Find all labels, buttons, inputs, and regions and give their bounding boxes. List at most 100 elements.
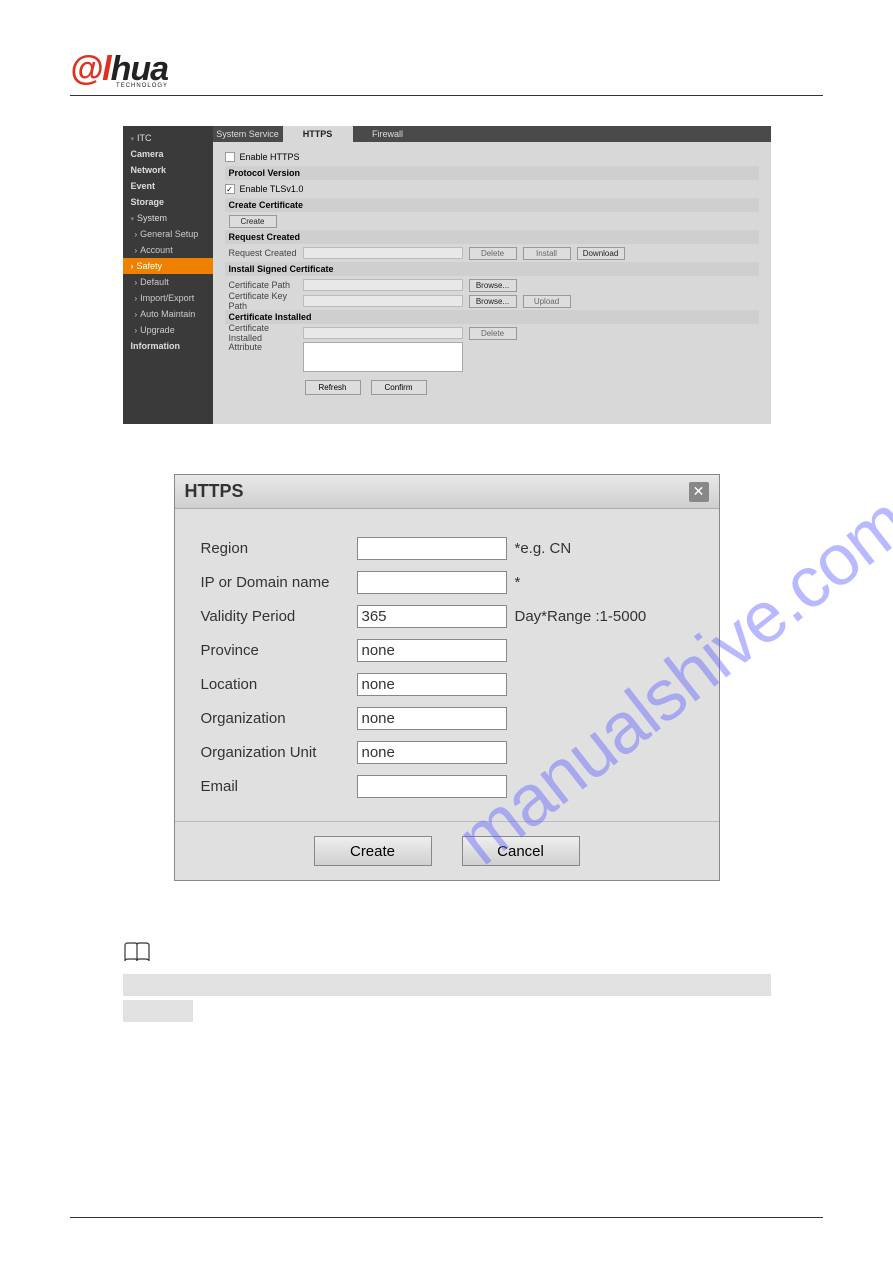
browse-cert-button[interactable]: Browse... <box>469 279 517 292</box>
browse-key-button[interactable]: Browse... <box>469 295 517 308</box>
enable-tls-checkbox[interactable]: ✓ <box>225 184 235 194</box>
download-request-button[interactable]: Download <box>577 247 625 260</box>
note-section <box>123 941 771 1022</box>
validity-hint: Day*Range :1-5000 <box>515 608 647 625</box>
cert-installed-field <box>303 327 463 339</box>
dialog-create-button[interactable]: Create <box>314 836 432 866</box>
tab-label: HTTPS <box>303 129 333 139</box>
sidebar-label: Information <box>131 341 181 351</box>
divider-bottom <box>70 1217 823 1218</box>
request-created-label: Request Created <box>225 248 303 258</box>
tab-label: System Service <box>216 129 279 139</box>
region-input[interactable] <box>357 537 507 560</box>
sidebar-item-system[interactable]: System <box>123 210 213 226</box>
province-label: Province <box>201 642 357 659</box>
dialog-header: HTTPS ✕ <box>175 475 719 509</box>
dialog-cancel-button[interactable]: Cancel <box>462 836 580 866</box>
sidebar-label: System <box>137 213 167 223</box>
email-input[interactable] <box>357 775 507 798</box>
tab-label: Firewall <box>372 129 403 139</box>
sidebar-item-default[interactable]: Default <box>123 274 213 290</box>
settings-window: ITC Camera Network Event Storage System … <box>123 126 771 424</box>
sidebar-item-camera[interactable]: Camera <box>123 146 213 162</box>
sidebar-item-information[interactable]: Information <box>123 338 213 354</box>
region-hint: *e.g. CN <box>515 540 572 557</box>
cert-path-label: Certificate Path <box>225 280 303 290</box>
ip-domain-label: IP or Domain name <box>201 574 357 591</box>
enable-https-label: Enable HTTPS <box>240 152 300 162</box>
cert-key-path-field[interactable] <box>303 295 463 307</box>
redacted-text-block-short <box>123 1000 193 1022</box>
section-protocol-version: Protocol Version <box>225 166 759 180</box>
sidebar-item-auto-maintain[interactable]: Auto Maintain <box>123 306 213 322</box>
cert-key-path-label: Certificate Key Path <box>225 291 303 311</box>
enable-https-checkbox[interactable] <box>225 152 235 162</box>
close-icon[interactable]: ✕ <box>689 482 709 502</box>
confirm-button[interactable]: Confirm <box>371 380 427 395</box>
attribute-label: Attribute <box>225 342 303 352</box>
section-install-signed: Install Signed Certificate <box>225 262 759 276</box>
sidebar-item-import-export[interactable]: Import/Export <box>123 290 213 306</box>
location-input[interactable] <box>357 673 507 696</box>
organization-input[interactable] <box>357 707 507 730</box>
https-dialog: HTTPS ✕ Region *e.g. CN IP or Domain nam… <box>174 474 720 881</box>
org-unit-label: Organization Unit <box>201 744 357 761</box>
ip-domain-hint: * <box>515 574 521 591</box>
region-label: Region <box>201 540 357 557</box>
request-created-field <box>303 247 463 259</box>
sidebar-label: Default <box>140 277 169 287</box>
ip-domain-input[interactable] <box>357 571 507 594</box>
dialog-title: HTTPS <box>185 481 244 502</box>
enable-tls-label: Enable TLSv1.0 <box>240 184 304 194</box>
sidebar-label: Account <box>140 245 173 255</box>
sidebar-label: Safety <box>137 261 163 271</box>
sidebar-item-storage[interactable]: Storage <box>123 194 213 210</box>
sidebar-item-network[interactable]: Network <box>123 162 213 178</box>
section-request-created: Request Created <box>225 230 759 244</box>
brand-logo: @lhua TECHNOLOGY <box>70 50 168 89</box>
sidebar-item-itc[interactable]: ITC <box>123 130 213 146</box>
attribute-textarea[interactable] <box>303 342 463 372</box>
sidebar-label: Import/Export <box>140 293 194 303</box>
sidebar-item-account[interactable]: Account <box>123 242 213 258</box>
sidebar: ITC Camera Network Event Storage System … <box>123 126 213 424</box>
dialog-footer: Create Cancel <box>175 821 719 880</box>
delete-cert-button[interactable]: Delete <box>469 327 517 340</box>
note-book-icon <box>123 941 151 970</box>
refresh-button[interactable]: Refresh <box>305 380 361 395</box>
sidebar-item-upgrade[interactable]: Upgrade <box>123 322 213 338</box>
tab-https[interactable]: HTTPS <box>283 126 353 142</box>
tab-firewall[interactable]: Firewall <box>353 126 423 142</box>
sidebar-label: Camera <box>131 149 164 159</box>
sidebar-label: Auto Maintain <box>140 309 195 319</box>
province-input[interactable] <box>357 639 507 662</box>
section-cert-installed: Certificate Installed <box>225 310 759 324</box>
redacted-text-block <box>123 974 771 996</box>
create-button[interactable]: Create <box>229 215 277 228</box>
tab-system-service[interactable]: System Service <box>213 126 283 142</box>
org-unit-input[interactable] <box>357 741 507 764</box>
delete-request-button[interactable]: Delete <box>469 247 517 260</box>
sidebar-label: ITC <box>137 133 152 143</box>
sidebar-label: General Setup <box>140 229 198 239</box>
organization-label: Organization <box>201 710 357 727</box>
https-panel: Enable HTTPS Protocol Version ✓ Enable T… <box>213 142 771 409</box>
upload-button[interactable]: Upload <box>523 295 571 308</box>
sidebar-label: Network <box>131 165 167 175</box>
location-label: Location <box>201 676 357 693</box>
validity-input[interactable] <box>357 605 507 628</box>
sidebar-label: Upgrade <box>140 325 175 335</box>
sidebar-item-general-setup[interactable]: General Setup <box>123 226 213 242</box>
cert-installed-label: Certificate Installed <box>225 323 303 343</box>
cert-path-field[interactable] <box>303 279 463 291</box>
email-label: Email <box>201 778 357 795</box>
tab-row: System Service HTTPS Firewall <box>213 126 771 142</box>
sidebar-item-event[interactable]: Event <box>123 178 213 194</box>
validity-label: Validity Period <box>201 608 357 625</box>
sidebar-label: Storage <box>131 197 165 207</box>
sidebar-item-safety[interactable]: Safety <box>123 258 213 274</box>
install-request-button[interactable]: Install <box>523 247 571 260</box>
sidebar-label: Event <box>131 181 156 191</box>
section-create-certificate: Create Certificate <box>225 198 759 212</box>
divider-top <box>70 95 823 96</box>
